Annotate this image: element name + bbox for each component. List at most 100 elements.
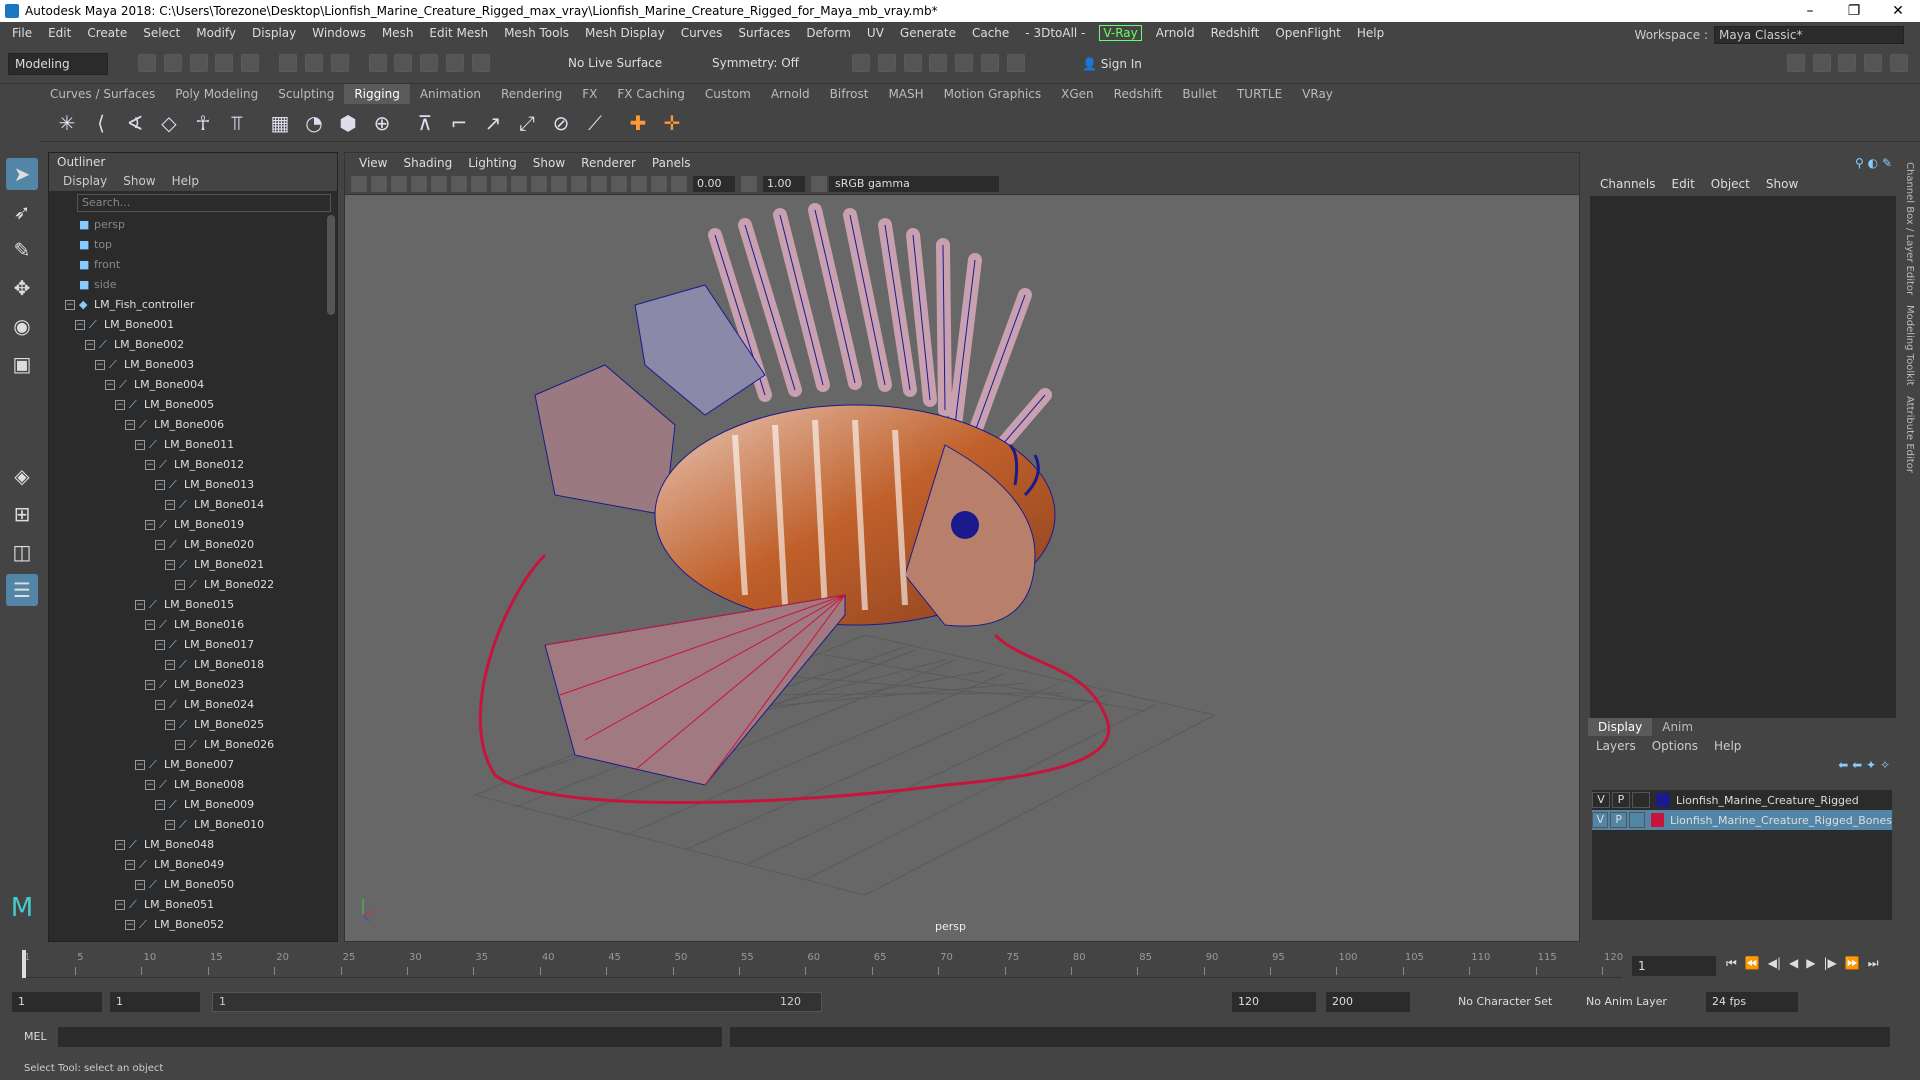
menu-file[interactable]: File (4, 26, 40, 40)
grid-icon[interactable] (431, 175, 447, 192)
menu-curves[interactable]: Curves (673, 26, 731, 40)
shelf-tab-rigging[interactable]: Rigging (344, 84, 410, 104)
anim-layer-dropdown[interactable]: No Anim Layer (1580, 992, 1690, 1012)
render-settings-icon[interactable] (903, 54, 922, 72)
layer-display-type-toggle[interactable] (1628, 812, 1646, 828)
outliner-menu-help[interactable]: Help (164, 174, 207, 188)
bookmark-icon[interactable] (391, 175, 407, 192)
view-transform-dropdown[interactable]: sRGB gamma (829, 175, 999, 192)
outliner-joint-item[interactable]: − ⟋ LM_Bone018 (49, 655, 337, 675)
menu-create[interactable]: Create (79, 26, 135, 40)
select-component-icon[interactable] (330, 54, 349, 72)
outliner-joint-item[interactable]: − ⟋ LM_Bone050 (49, 875, 337, 895)
layer-tab-anim[interactable]: Anim (1652, 718, 1703, 736)
expand-toggle-icon[interactable]: − (145, 780, 155, 790)
restore-icon[interactable]: ❐ (1832, 0, 1876, 22)
lasso-tool-icon[interactable]: ➶ (6, 196, 38, 228)
layer-menu-options[interactable]: Options (1644, 739, 1706, 753)
undo-icon[interactable] (215, 54, 234, 72)
expand-toggle-icon[interactable]: − (115, 840, 125, 850)
outliner-joint-item[interactable]: − ⟋ LM_Bone024 (49, 695, 337, 715)
shelf-tab-custom[interactable]: Custom (695, 84, 761, 104)
symmetry-dropdown[interactable]: Symmetry: Off (706, 53, 806, 75)
outliner-joint-item[interactable]: − ⟋ LM_Bone025 (49, 715, 337, 735)
shelf-tab-rendering[interactable]: Rendering (491, 84, 572, 104)
layer-playback-toggle[interactable]: P (1610, 812, 1627, 828)
modeling-toolkit-icon[interactable] (1786, 54, 1805, 72)
current-time-marker[interactable] (22, 950, 26, 978)
outliner-joint-item[interactable]: − ⟋ LM_Bone001 (49, 315, 337, 335)
menu-redshift[interactable]: Redshift (1203, 26, 1268, 40)
animation-start-field[interactable]: 1 (12, 992, 102, 1012)
layer-visibility-toggle[interactable]: V (1592, 792, 1610, 808)
rotate-tool-icon[interactable]: ◉ (6, 310, 38, 342)
ik-spline-icon[interactable]: ∢ (121, 109, 149, 137)
expand-toggle-icon[interactable]: − (125, 420, 135, 430)
film-gate-icon[interactable] (451, 175, 467, 192)
panel-menu-view[interactable]: View (351, 156, 395, 170)
playback-start-field[interactable]: 1 (110, 992, 200, 1012)
new-layer-selected-icon[interactable]: ✧ (1880, 758, 1890, 772)
outliner-menu-display[interactable]: Display (55, 174, 115, 188)
outliner-joint-item[interactable]: − ⟋ LM_Bone023 (49, 675, 337, 695)
play-backwards-icon[interactable]: ◀ (1789, 956, 1798, 971)
expand-toggle-icon[interactable]: − (145, 520, 155, 530)
shelf-tab-fx-caching[interactable]: FX Caching (607, 84, 694, 104)
expand-toggle-icon[interactable]: − (125, 920, 135, 930)
outliner-joint-item[interactable]: − ⟋ LM_Bone007 (49, 755, 337, 775)
panel-menu-panels[interactable]: Panels (644, 156, 699, 170)
attr-toggle-icon[interactable]: ✎ (1882, 156, 1892, 170)
two-pane-layout-icon[interactable]: ◫ (6, 536, 38, 568)
isolate-select-icon[interactable] (631, 175, 647, 192)
expand-toggle-icon[interactable]: − (165, 660, 175, 670)
step-back-key-icon[interactable]: ⏪ (1745, 956, 1760, 971)
expand-toggle-icon[interactable]: − (165, 820, 175, 830)
skeleton-icon[interactable]: ⫪ (223, 109, 251, 137)
menu-3dtoall[interactable]: - 3DtoAll - (1017, 26, 1093, 40)
menu-v-ray[interactable]: V-Ray (1099, 25, 1142, 41)
expand-toggle-icon[interactable]: − (115, 400, 125, 410)
new-scene-icon[interactable] (138, 54, 156, 72)
select-hierarchy-icon[interactable] (279, 54, 298, 72)
shelf-tab-motion-graphics[interactable]: Motion Graphics (934, 84, 1052, 104)
outliner-joint-item[interactable]: − ⟋ LM_Bone012 (49, 455, 337, 475)
character-set-dropdown[interactable]: No Character Set (1452, 992, 1562, 1012)
step-forward-key-icon[interactable]: ⏩ (1845, 956, 1860, 971)
menu-openflight[interactable]: OpenFlight (1267, 26, 1349, 40)
shelf-tab-poly-modeling[interactable]: Poly Modeling (165, 84, 268, 104)
shadows-icon[interactable] (591, 175, 607, 192)
gamma-field[interactable]: 1.00 (763, 175, 805, 192)
shelf-tab-redshift[interactable]: Redshift (1104, 84, 1173, 104)
menu-deform[interactable]: Deform (798, 26, 859, 40)
channel-box-icon[interactable] (1890, 54, 1908, 72)
tool-settings-icon[interactable] (1864, 54, 1883, 72)
outliner-joint-item[interactable]: − ⟋ LM_Bone052 (49, 915, 337, 935)
save-scene-icon[interactable] (189, 54, 208, 72)
expand-toggle-icon[interactable]: − (105, 380, 115, 390)
smooth-shade-icon[interactable] (511, 175, 527, 192)
go-to-end-icon[interactable]: ⏭ (1868, 956, 1879, 971)
menu-set-dropdown[interactable]: Modeling (8, 53, 108, 75)
lionfish-model-view[interactable] (345, 195, 1580, 941)
outliner-joint-item[interactable]: − ⟋ LM_Bone003 (49, 355, 337, 375)
outliner-joint-item[interactable]: − ⟋ LM_Bone017 (49, 635, 337, 655)
time-slider-track[interactable]: 1 5 10 15 20 25 30 35 40 45 50 55 60 65 70 75 80 85 90 95 10… (22, 950, 1623, 978)
outliner-joint-item[interactable]: − ⟋ LM_Bone014 (49, 495, 337, 515)
menu-mesh-display[interactable]: Mesh Display (577, 26, 673, 40)
layer-playback-toggle[interactable]: P (1612, 792, 1630, 808)
select-object-icon[interactable] (304, 54, 323, 72)
expand-toggle-icon[interactable]: − (155, 540, 165, 550)
menu-help[interactable]: Help (1349, 26, 1392, 40)
expand-toggle-icon[interactable]: − (155, 480, 165, 490)
exposure-field[interactable]: 0.00 (693, 175, 735, 192)
image-plane-icon[interactable] (411, 175, 427, 192)
single-perspective-layout-icon[interactable]: ◈ (6, 460, 38, 492)
textured-icon[interactable] (551, 175, 567, 192)
lattice-icon[interactable]: ▦ (266, 109, 294, 137)
outliner-joint-item[interactable]: − ⟋ LM_Bone016 (49, 615, 337, 635)
outliner-joint-item[interactable]: − ⟋ LM_Bone026 (49, 735, 337, 755)
color-management-icon[interactable] (811, 175, 827, 192)
expand-toggle-icon[interactable]: − (155, 640, 165, 650)
expand-toggle-icon[interactable]: − (145, 620, 155, 630)
menu-generate[interactable]: Generate (892, 26, 964, 40)
